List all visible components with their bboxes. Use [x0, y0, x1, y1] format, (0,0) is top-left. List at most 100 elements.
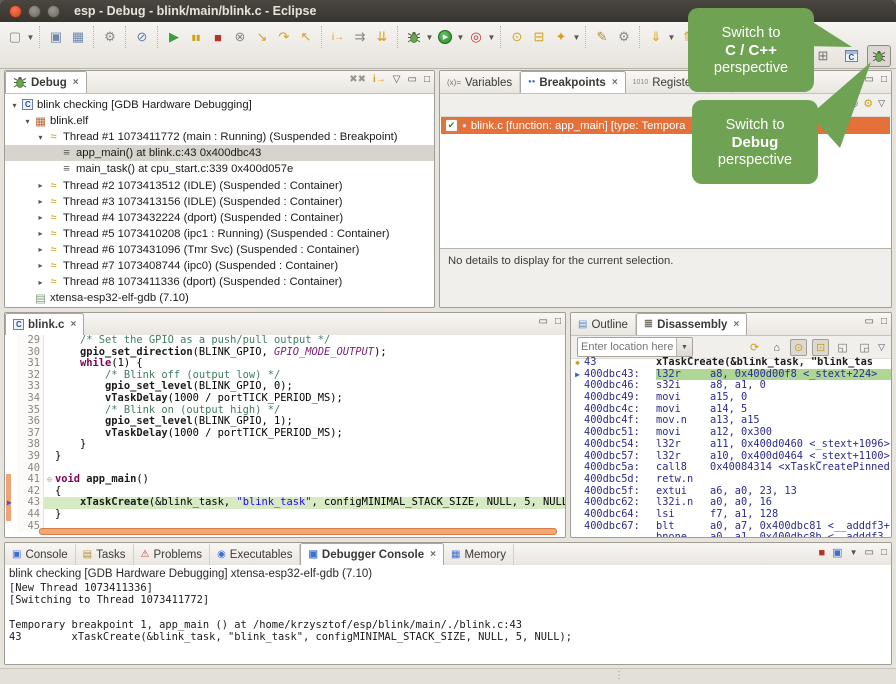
drop-to-frame-icon[interactable]: ⇊ — [371, 25, 393, 49]
resume-icon[interactable]: ▶ — [163, 25, 185, 49]
expand-arrow-icon[interactable]: ▸ — [35, 213, 46, 222]
view-menu-icon[interactable]: ▽ — [878, 98, 885, 109]
disassembly-row[interactable]: 400dbc5d:retw.n — [571, 474, 891, 486]
maximize-icon[interactable]: □ — [881, 316, 887, 327]
tab-tasks[interactable]: ▤Tasks — [76, 544, 134, 565]
disassembly-row[interactable]: bnonea0, a1, 0x400dbc8b <__adddf3 — [571, 532, 891, 537]
build-settings-icon[interactable]: ⚙ — [613, 25, 635, 49]
line-number[interactable]: 29 — [17, 335, 43, 347]
editor-line[interactable]: 38 } — [5, 439, 565, 451]
terminate-icon[interactable]: ■ — [207, 25, 229, 49]
step-into-icon[interactable]: ↘ — [251, 25, 273, 49]
last-edit-location-icon[interactable]: ⇓ — [645, 25, 667, 49]
expand-arrow-icon[interactable]: ▾ — [9, 101, 20, 110]
new-view-icon[interactable]: ◱ — [834, 339, 851, 356]
debug-perspective-button[interactable] — [867, 45, 891, 67]
dropdown-arrow-icon[interactable]: ▼ — [667, 25, 676, 49]
disconnect-icon[interactable]: ⊗ — [229, 25, 251, 49]
expand-arrow-icon[interactable]: ▸ — [35, 229, 46, 238]
window-minimize-button[interactable] — [28, 5, 41, 18]
skip-all-breakpoints-icon[interactable]: ⊘ — [131, 25, 153, 49]
disassembly-source-line[interactable]: ◆43xTaskCreate(&blink_task, "blink_tas — [571, 357, 891, 369]
expand-arrow-icon[interactable]: ▸ — [35, 278, 46, 287]
tree-row[interactable]: ▸≈Thread #7 1073408744 (ipc0) (Suspended… — [5, 258, 434, 274]
track-expression-toggle-icon[interactable]: ⊡ — [812, 339, 829, 356]
tree-row[interactable]: ▤xtensa-esp32-elf-gdb (7.10) — [5, 290, 434, 306]
tab-memory[interactable]: ▦Memory — [444, 544, 514, 565]
editor-line[interactable]: 41⊖void app_main() — [5, 474, 565, 486]
editor-line[interactable]: ▶43 xTaskCreate(&blink_task, "blink_task… — [5, 497, 565, 509]
tree-row[interactable]: ▸≈Thread #4 1073432224 (dport) (Suspende… — [5, 210, 434, 226]
line-number[interactable]: 41 — [17, 474, 43, 486]
expand-arrow-icon[interactable]: ▸ — [35, 261, 46, 270]
expand-arrow-icon[interactable]: ▾ — [22, 117, 33, 126]
breakpoint-row[interactable]: ✔ ● blink.c [function: app_main] [type: … — [441, 117, 890, 134]
tab-disassembly[interactable]: ≣Disassembly× — [636, 313, 747, 335]
suspend-icon[interactable]: ▮▮ — [185, 25, 207, 49]
line-number[interactable]: 34 — [17, 393, 43, 405]
tab-close-icon[interactable]: × — [733, 319, 739, 330]
horizontal-scrollbar[interactable] — [39, 528, 557, 535]
format-icon[interactable]: ✎ — [591, 25, 613, 49]
instruction-stepping-icon[interactable]: i→ — [327, 25, 349, 49]
display-console-icon[interactable]: ▣ — [832, 546, 842, 559]
tab-variables[interactable]: (x)=Variables — [440, 72, 520, 93]
expand-arrow-icon[interactable]: ▾ — [35, 133, 46, 142]
tree-row[interactable]: ▸≈Thread #5 1073410208 (ipc1 : Running) … — [5, 226, 434, 242]
save-icon[interactable]: ▣ — [45, 25, 67, 49]
editor-line[interactable]: 37 vTaskDelay(1000 / portTICK_PERIOD_MS)… — [5, 428, 565, 440]
link-with-debug-icon[interactable]: ◉ — [849, 98, 858, 109]
disassembly-row[interactable]: 400dbc54:l32ra11, 0x400d0460 <_stext+109… — [571, 439, 891, 451]
tree-row[interactable]: ▸≈Thread #2 1073413512 (IDLE) (Suspended… — [5, 177, 434, 193]
tree-row[interactable]: ▸≈Thread #3 1073413156 (IDLE) (Suspended… — [5, 194, 434, 210]
console-dropdown-icon[interactable]: ▼ — [850, 548, 858, 557]
new-wizard-icon[interactable]: ▢ — [4, 25, 26, 49]
tab-debug[interactable]: Debug× — [5, 71, 87, 93]
tab-console[interactable]: ▣Console — [5, 544, 76, 565]
window-maximize-button[interactable] — [47, 5, 60, 18]
tree-row[interactable]: ▾▦blink.elf — [5, 113, 434, 129]
window-close-button[interactable] — [9, 5, 22, 18]
terminate-console-icon[interactable]: ■ — [819, 547, 826, 559]
tab-close-icon[interactable]: × — [73, 77, 79, 88]
location-combo[interactable]: ▼ — [577, 337, 693, 357]
open-perspective-button[interactable]: ⊞ — [811, 45, 835, 67]
console-body[interactable]: blink checking [GDB Hardware Debugging] … — [5, 565, 891, 664]
line-number[interactable]: 39 — [17, 451, 43, 463]
tree-row[interactable]: ≡main_task() at cpu_start.c:339 0x400d05… — [5, 161, 434, 177]
tree-row[interactable]: ▸≈Thread #8 1073411336 (dport) (Suspende… — [5, 274, 434, 290]
cpp-perspective-button[interactable]: C — [839, 45, 863, 67]
remove-all-terminated-icon[interactable]: ✖✖ — [349, 74, 366, 85]
tab-debugger-console[interactable]: ▣Debugger Console× — [300, 543, 444, 565]
editor-line[interactable]: 39} — [5, 451, 565, 463]
line-number[interactable]: 44 — [17, 509, 43, 521]
dropdown-arrow-icon[interactable]: ▼ — [26, 25, 35, 49]
tree-row[interactable]: ▾≈Thread #1 1073411772 (main : Running) … — [5, 129, 434, 145]
minimize-icon[interactable]: ▭ — [408, 74, 417, 85]
view-menu-icon[interactable]: ▽ — [393, 74, 401, 85]
editor-line[interactable]: 44} — [5, 509, 565, 521]
expand-arrow-icon[interactable]: ▸ — [35, 245, 46, 254]
tab-close-icon[interactable]: × — [612, 77, 618, 88]
step-over-icon[interactable]: ↷ — [273, 25, 295, 49]
use-step-filters-icon[interactable]: ⇉ — [349, 25, 371, 49]
combo-dropdown-icon[interactable]: ▼ — [676, 338, 692, 356]
expand-arrow-icon[interactable]: ▸ — [35, 197, 46, 206]
tab-breakpoints[interactable]: ●●Breakpoints× — [520, 71, 626, 93]
home-icon[interactable]: ⌂ — [768, 339, 785, 356]
maximize-icon[interactable]: □ — [881, 547, 887, 558]
breakpoint-actions-icon[interactable]: ⚙ — [863, 97, 873, 110]
location-input[interactable] — [578, 341, 676, 353]
profile-icon[interactable]: ◎ — [465, 25, 487, 49]
tab-executables[interactable]: ◉Executables — [210, 544, 300, 565]
minimize-icon[interactable]: ▭ — [539, 316, 548, 327]
dropdown-arrow-icon[interactable]: ▼ — [425, 25, 434, 49]
tab-close-icon[interactable]: × — [430, 549, 436, 560]
open-element-icon[interactable]: ⊙ — [506, 25, 528, 49]
fold-marker-icon[interactable]: ⊖ — [43, 474, 55, 486]
maximize-icon[interactable]: □ — [424, 74, 430, 85]
run-icon[interactable]: ▶ — [434, 25, 456, 49]
maximize-icon[interactable]: □ — [555, 316, 561, 327]
minimize-icon[interactable]: ▭ — [865, 74, 874, 85]
dropdown-arrow-icon[interactable]: ▼ — [572, 25, 581, 49]
